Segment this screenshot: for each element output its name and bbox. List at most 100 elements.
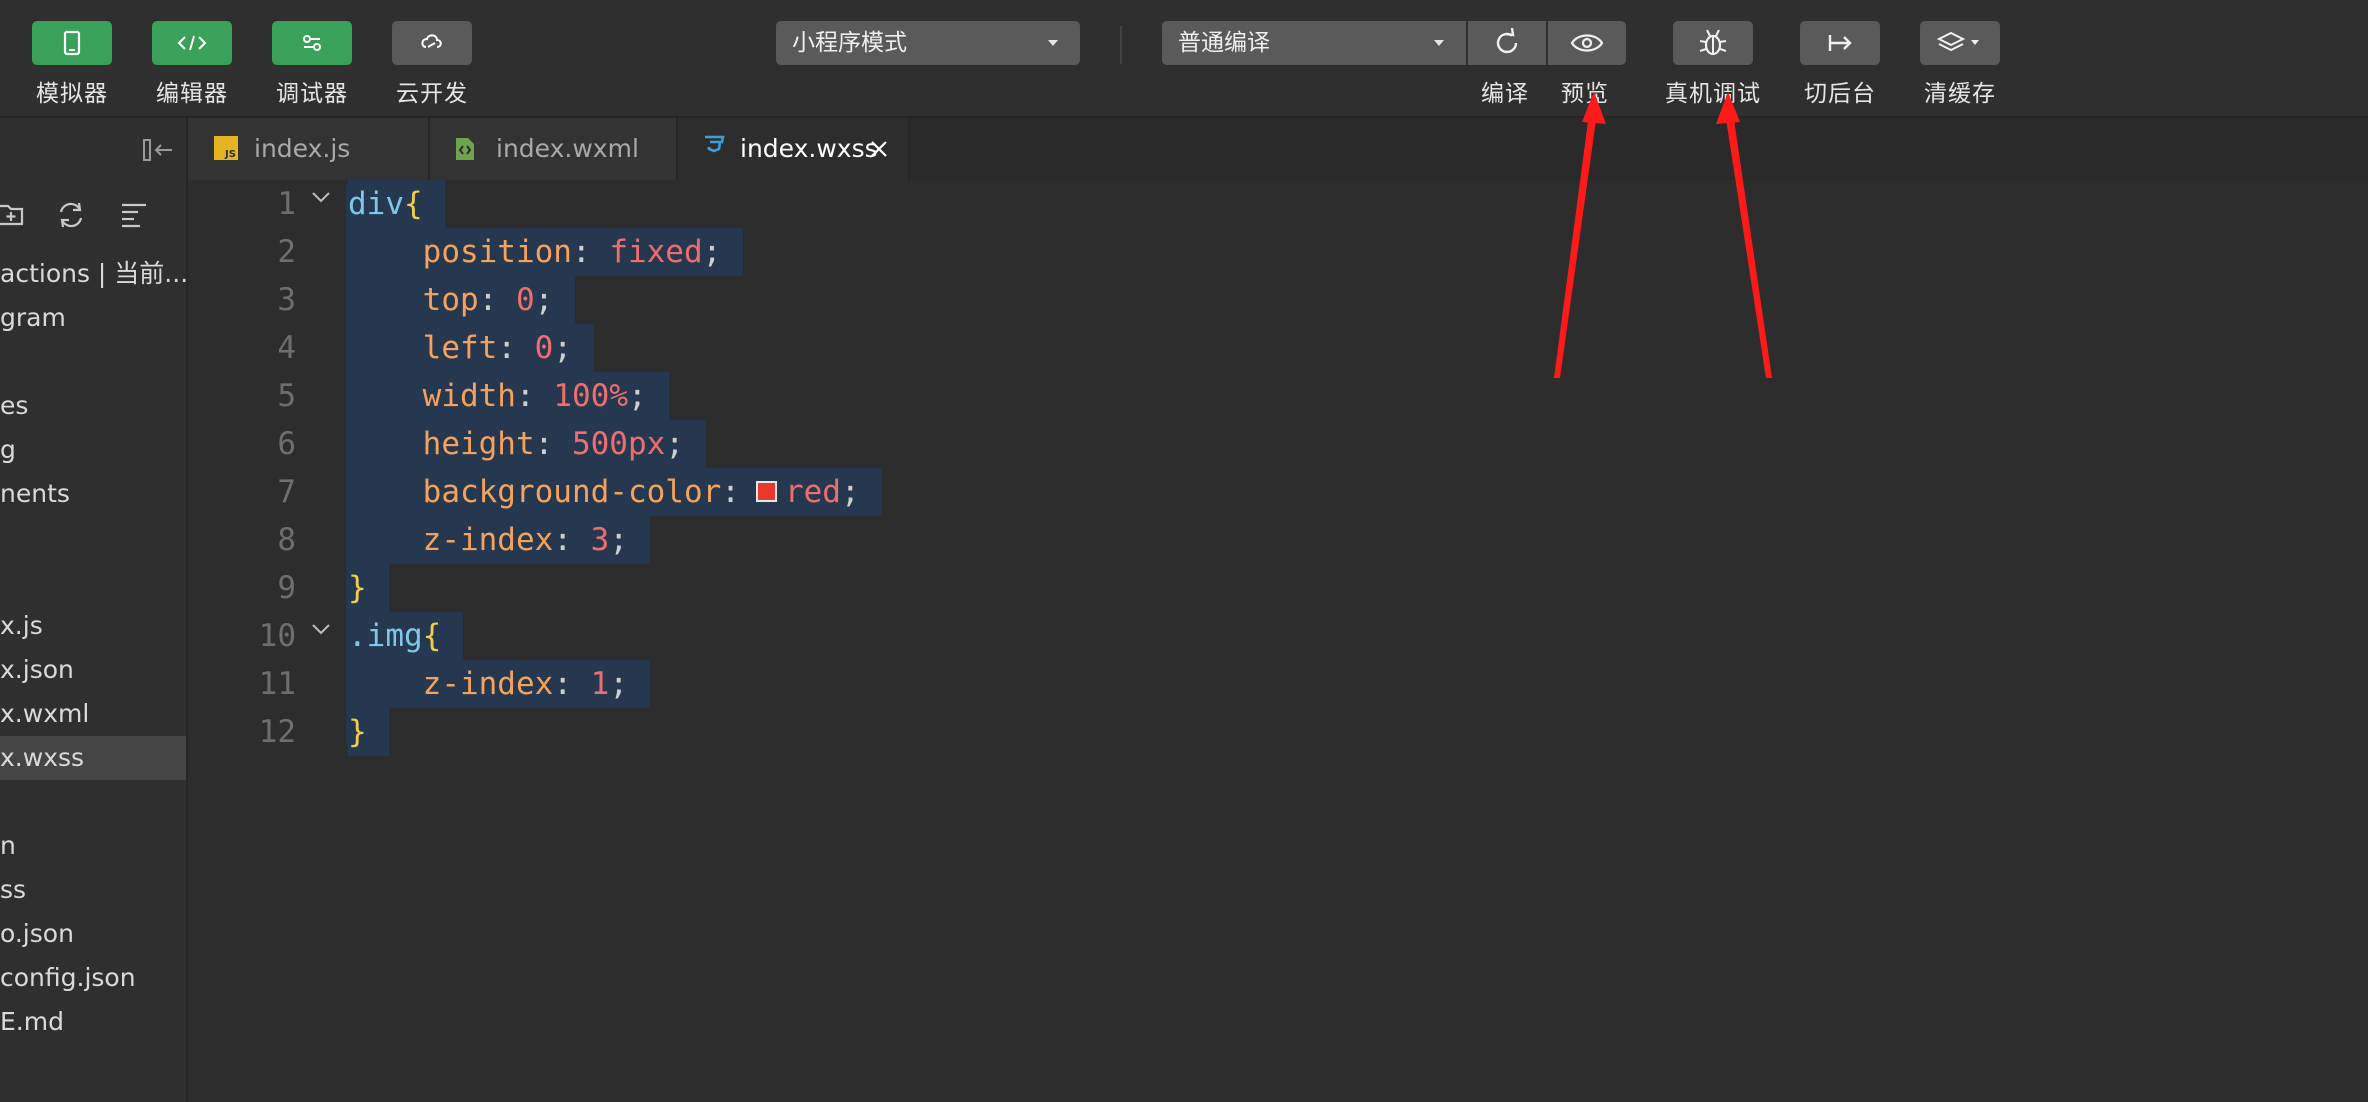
bug-icon — [1699, 29, 1727, 56]
line-number: 2 — [277, 234, 296, 270]
tree-item-index-json[interactable]: x.json — [0, 648, 186, 692]
tree-item-img[interactable]: g — [0, 428, 186, 472]
tab-index-wxss[interactable]: index.wxss — [678, 118, 910, 180]
clear-cache-tool[interactable]: 清缓存 — [1900, 0, 2020, 108]
line-number: 10 — [258, 618, 296, 654]
chevron-down-icon — [1434, 40, 1444, 46]
code-line: 9 } — [188, 564, 2368, 612]
css-file-icon — [705, 135, 725, 153]
background-button[interactable] — [1800, 21, 1880, 65]
tree-item-label: ss — [0, 875, 27, 904]
simulator-tool[interactable]: 模拟器 — [12, 0, 132, 108]
color-swatch[interactable] — [755, 481, 777, 502]
tree-item-components[interactable]: nents — [0, 472, 186, 516]
device-debug-tool[interactable]: 真机调试 — [1653, 0, 1773, 108]
device-debug-button[interactable] — [1673, 21, 1753, 65]
code-line: 10 .img{ — [188, 612, 2368, 660]
code-line: 6 height: 500px; — [188, 420, 2368, 468]
toolbar-divider — [1120, 26, 1122, 64]
line-number: 5 — [277, 378, 296, 414]
tree-item-label: actions | 当前... — [0, 259, 186, 288]
code-line: 2 position: fixed; — [188, 228, 2368, 276]
mode-select[interactable]: 小程序模式 — [776, 21, 1080, 65]
switch-background-icon — [1828, 35, 1852, 51]
tree-item-label: gram — [0, 303, 66, 332]
line-number: 4 — [277, 330, 296, 366]
code-text: div{ — [348, 180, 445, 228]
tree-item-app-json[interactable]: n — [0, 824, 186, 868]
code-text: left: 0; — [348, 324, 594, 372]
code-text: z-index: 3; — [348, 516, 650, 564]
wxml-file-icon — [456, 138, 474, 160]
tree-item-label: E.md — [0, 1007, 64, 1036]
code-text: top: 0; — [348, 276, 576, 324]
tab-index-js[interactable]: JS index.js — [188, 118, 430, 180]
new-folder-icon[interactable] — [0, 200, 26, 228]
tree-item-sitemap-json[interactable]: o.json — [0, 912, 186, 956]
compile-select[interactable]: 普通编译 — [1162, 21, 1466, 65]
line-number: 6 — [277, 426, 296, 462]
sliders-icon — [303, 35, 321, 51]
tree-item-miniprogram[interactable]: gram — [0, 296, 186, 340]
code-line: 4 left: 0; — [188, 324, 2368, 372]
svg-text:JS: JS — [224, 149, 236, 160]
tree-item-cloudfunctions[interactable]: actions | 当前... — [0, 252, 186, 296]
preview-button[interactable] — [1548, 21, 1626, 65]
tree-item-label: x.wxml — [0, 699, 90, 728]
line-number: 1 — [277, 186, 296, 222]
tree-item-label: x.json — [0, 655, 74, 684]
debugger-button[interactable] — [272, 21, 352, 65]
code-text: } — [348, 564, 389, 612]
toolbar: 模拟器 编辑器 调试器 云开发 小程序模式 普通编译 编译 预览 真机调试 切后… — [0, 0, 2368, 118]
tree-item-images[interactable]: es — [0, 384, 186, 428]
code-line: 11 z-index: 1; — [188, 660, 2368, 708]
code-line: 12 } — [188, 708, 2368, 756]
tree-item-index-wxss[interactable]: x.wxss — [0, 736, 186, 780]
debugger-tool[interactable]: 调试器 — [252, 0, 372, 108]
clear-cache-button[interactable] — [1920, 21, 2000, 65]
compile-label: 编译 — [1481, 81, 1529, 107]
tab-label: index.wxss — [740, 134, 878, 163]
collapse-sidebar-icon[interactable] — [142, 138, 174, 162]
simulator-button[interactable] — [32, 21, 112, 65]
code-line: 5 width: 100%; — [188, 372, 2368, 420]
collapse-all-icon[interactable] — [120, 202, 148, 228]
tree-item-app-wxss[interactable]: ss — [0, 868, 186, 912]
close-icon[interactable] — [870, 140, 888, 158]
tree-item-label: n — [0, 831, 16, 860]
cloud-label: 云开发 — [396, 81, 468, 107]
compile-button[interactable] — [1468, 21, 1546, 65]
chevron-down-icon[interactable] — [310, 190, 332, 204]
editor-button[interactable] — [152, 21, 232, 65]
tree-item-index-js[interactable]: x.js — [0, 604, 186, 648]
line-number: 12 — [258, 714, 296, 750]
cloud-button[interactable] — [392, 21, 472, 65]
tree-item-project-config-json[interactable]: config.json — [0, 956, 186, 1000]
tab-index-wxml[interactable]: index.wxml — [430, 118, 678, 180]
editor-label: 编辑器 — [156, 81, 228, 107]
code-text: } — [348, 708, 389, 756]
background-label: 切后台 — [1804, 81, 1876, 107]
simulator-label: 模拟器 — [36, 81, 108, 107]
preview-label: 预览 — [1561, 81, 1609, 107]
line-number: 7 — [277, 474, 296, 510]
refresh-icon[interactable] — [56, 200, 86, 230]
tree-item-label: o.json — [0, 919, 74, 948]
mode-select-value: 小程序模式 — [792, 30, 907, 56]
code-line: 7 background-color: red; — [188, 468, 2368, 516]
chevron-down-icon[interactable] — [310, 622, 332, 636]
tree-item-label: nents — [0, 479, 70, 508]
background-tool[interactable]: 切后台 — [1780, 0, 1900, 108]
tree-item-label: es — [0, 391, 29, 420]
tree-item-readme[interactable]: E.md — [0, 1000, 186, 1044]
layers-icon — [1937, 31, 1979, 52]
code-text: height: 500px; — [348, 420, 706, 468]
line-number: 3 — [277, 282, 296, 318]
tree-item-index-wxml[interactable]: x.wxml — [0, 692, 186, 736]
editor-tool[interactable]: 编辑器 — [132, 0, 252, 108]
cloud-tool[interactable]: 云开发 — [372, 0, 492, 108]
device-debug-label: 真机调试 — [1665, 81, 1761, 107]
code-editor[interactable]: 1 div{ 2 position: fixed; 3 top: 0; 4 le… — [188, 180, 2368, 1102]
phone-icon — [63, 30, 81, 56]
code-text: .img{ — [348, 612, 464, 660]
